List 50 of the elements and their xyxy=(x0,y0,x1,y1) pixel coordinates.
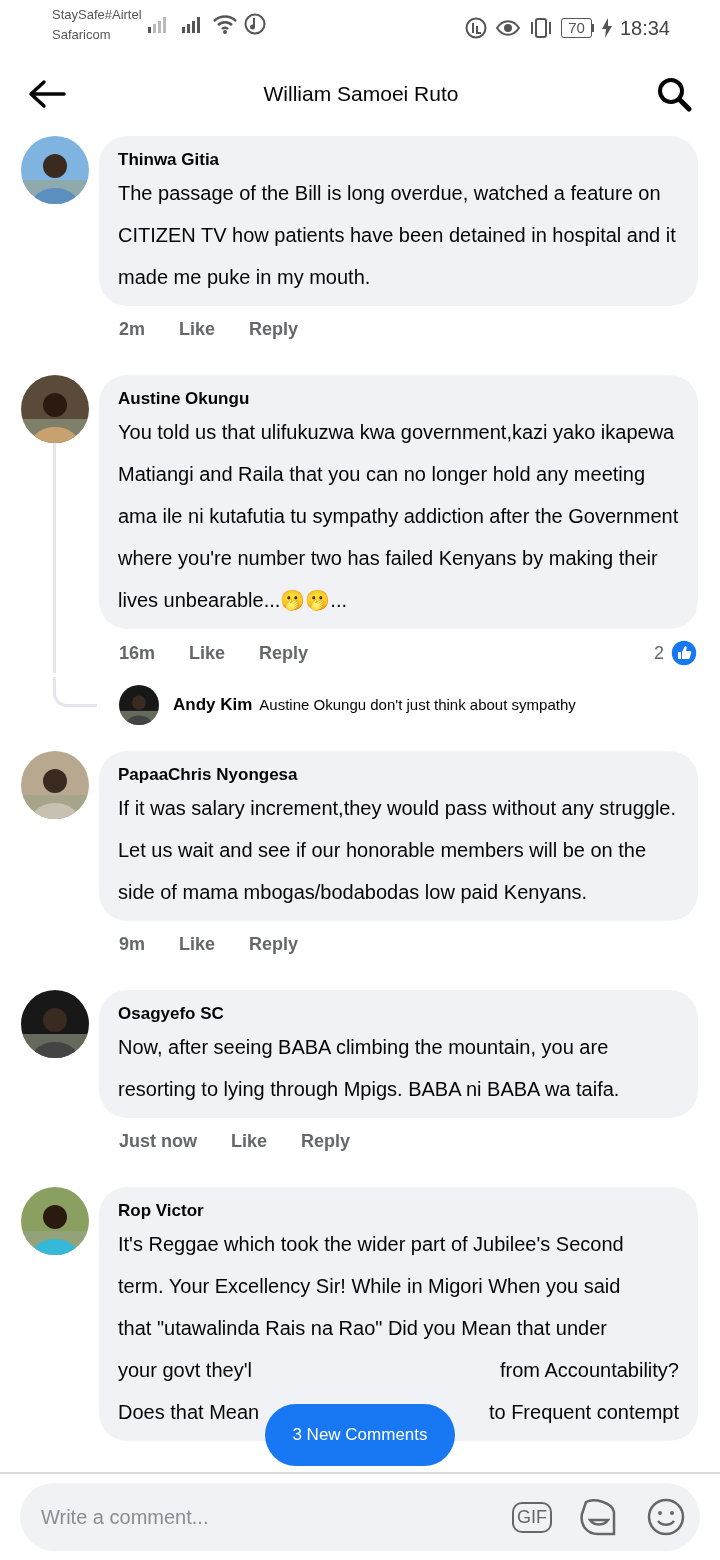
battery-level: 70 xyxy=(561,18,592,38)
author-name[interactable]: Andy Kim xyxy=(173,692,253,718)
wifi-icon xyxy=(211,13,238,35)
comment-text: Does that Mean xyxy=(118,1400,260,1425)
comment-time: Just now xyxy=(119,1130,197,1153)
like-link[interactable]: Like xyxy=(179,931,216,958)
reply-text: Austine Okungu don't just think about sympathy xyxy=(259,694,576,715)
comment-time: 9m xyxy=(119,933,145,956)
back-arrow-icon[interactable] xyxy=(28,79,66,109)
data-saver-icon xyxy=(465,17,488,39)
carrier-name: Safaricom xyxy=(52,26,112,44)
comment-text: term. Your Excellency Sir! While in Migori When you said xyxy=(118,1274,621,1299)
comment-text: your govt they'l xyxy=(118,1358,252,1383)
carrier-name: StaySafe#Airtel xyxy=(52,6,142,24)
music-icon xyxy=(243,13,266,35)
comment-text: that "utawalinda Rais na Rao" Did you Mean that under xyxy=(118,1316,607,1341)
comment-time: 16m xyxy=(119,641,156,665)
like-link[interactable]: Like xyxy=(189,639,226,667)
page-title: William Samoei Ruto xyxy=(262,81,460,108)
comment-time: 2m xyxy=(119,318,145,341)
reply-link[interactable]: Reply xyxy=(301,1128,351,1155)
author-name[interactable]: Rop Victor xyxy=(118,1199,679,1223)
clock: 18:34 xyxy=(619,16,670,41)
emoji-icon[interactable] xyxy=(646,1497,686,1537)
charging-icon xyxy=(601,18,612,38)
author-name[interactable]: PapaaChris Nyongesa xyxy=(118,763,679,787)
author-name[interactable]: Osagyefo SC xyxy=(118,1002,679,1026)
comment-text: from Accountability? xyxy=(500,1358,679,1383)
gif-button[interactable]: GIF xyxy=(512,1501,552,1533)
comment-text: The passage of the Bill is long overdue, watched a feature on CITIZEN TV how patients have been detained in hospital and it made me puke in my mouth. xyxy=(118,181,677,290)
reply-link[interactable]: Reply xyxy=(249,931,299,958)
reply-link[interactable]: Reply xyxy=(259,639,309,667)
comment-text: to Frequent contempt xyxy=(488,1400,679,1425)
comment-text: It's Reggae which took the wider part of Jubilee's Second xyxy=(118,1232,624,1257)
comment-text: Now, after seeing BABA climbing the mountain, you are resorting to lying through Mpigs. BABA ni BABA wa taifa. xyxy=(118,1035,621,1102)
vibrate-icon xyxy=(529,17,554,39)
reply-link[interactable]: Reply xyxy=(249,316,299,343)
like-link[interactable]: Like xyxy=(179,316,216,343)
comment-input[interactable]: Write a comment... GIF xyxy=(20,1483,700,1551)
thread-line xyxy=(53,677,97,707)
author-name[interactable]: Austine Okungu xyxy=(118,387,679,411)
reaction-count: 2 xyxy=(654,641,664,665)
search-icon[interactable] xyxy=(656,76,692,112)
comment-text: If it was salary increment,they would pass without any struggle. Let us wait and see if our honorable members will be on the side of mama mbogas/bodabodas low paid Kenyans. xyxy=(118,796,678,905)
author-name[interactable]: Thinwa Gitia xyxy=(118,148,679,172)
thumbs-up-icon[interactable] xyxy=(670,639,698,667)
like-link[interactable]: Like xyxy=(231,1128,268,1155)
eye-icon xyxy=(495,18,522,38)
new-comments-button[interactable]: 3 New Comments xyxy=(265,1404,455,1466)
comment-text: You told us that ulifukuzwa kwa government,kazi yako ikapewa Matiangi and Raila that you can no longer hold any meeting ama ile ni kutafutia tu sympathy addiction after the Government where you're number two has failed Kenyans by making their lives unbearable...🫢🫢... xyxy=(118,420,679,613)
